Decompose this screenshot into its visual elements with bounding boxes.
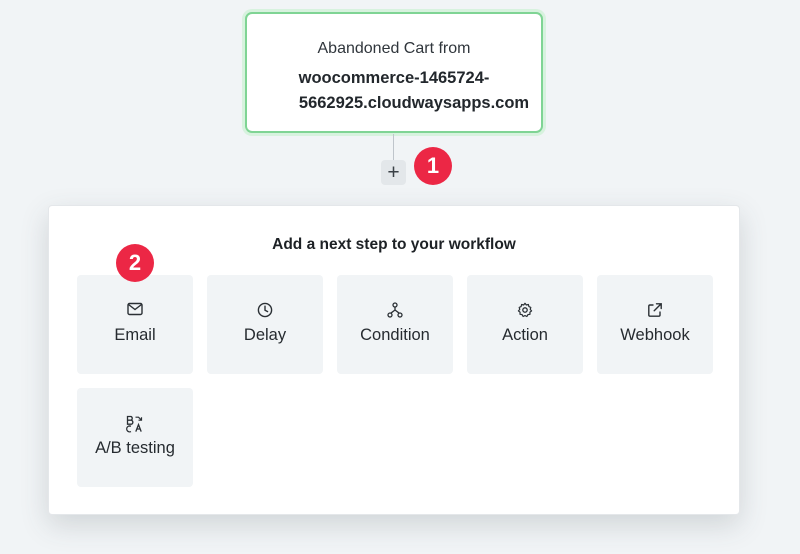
option-email-label: Email	[114, 326, 156, 344]
annotation-marker-1: 1	[414, 147, 452, 185]
option-ab-testing[interactable]: A/B testing	[77, 388, 193, 487]
trigger-domain-part2: 5662925.cloudwaysapps.com	[298, 94, 530, 112]
trigger-node[interactable]: Abandoned Cart from woocommerce-1465724-…	[245, 12, 543, 133]
trigger-title: Abandoned Cart from	[317, 40, 471, 57]
annotation-marker-2: 2	[116, 244, 154, 282]
option-action[interactable]: Action	[467, 275, 583, 374]
branch-icon	[337, 302, 453, 318]
option-delay[interactable]: Delay	[207, 275, 323, 374]
add-step-button[interactable]: +	[381, 160, 406, 185]
option-delay-label: Delay	[243, 326, 287, 344]
option-condition[interactable]: Condition	[337, 275, 453, 374]
trigger-domain: woocommerce-1465724- 5662925.cloudwaysap…	[247, 66, 541, 116]
external-link-icon	[597, 302, 713, 318]
ab-icon	[77, 415, 193, 433]
option-condition-label: Condition	[360, 326, 430, 344]
panel-title: Add a next step to your workflow	[272, 236, 516, 253]
option-webhook-label: Webhook	[620, 326, 690, 344]
option-email[interactable]: Email	[77, 275, 193, 374]
next-step-panel: Add a next step to your workflow Email D…	[48, 205, 740, 515]
option-action-label: Action	[502, 326, 548, 344]
mail-icon	[77, 302, 193, 318]
clock-icon	[207, 302, 323, 318]
gear-icon	[467, 302, 583, 318]
option-ab-testing-label: A/B testing	[95, 439, 175, 457]
trigger-domain-part1: woocommerce-1465724-	[298, 69, 490, 87]
connector-line	[393, 134, 394, 160]
option-webhook[interactable]: Webhook	[597, 275, 713, 374]
